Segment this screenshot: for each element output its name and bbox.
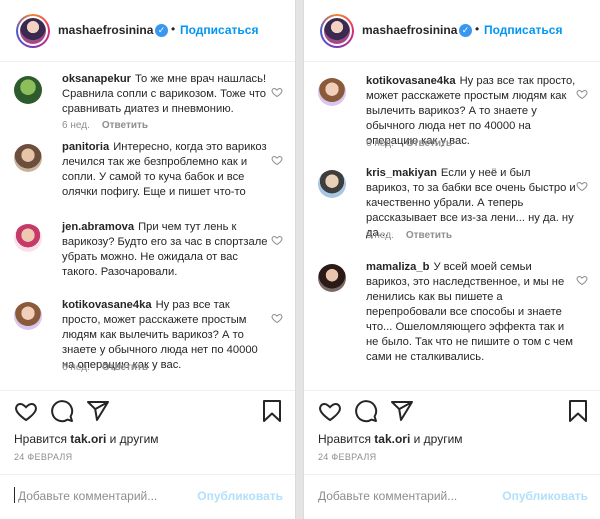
add-comment-bar: Добавьте комментарий... Опубликовать xyxy=(304,474,600,519)
comment-username[interactable]: panitoria xyxy=(62,141,109,153)
like-comment-heart-icon[interactable] xyxy=(271,154,283,166)
add-comment-bar: Добавьте комментарий... Опубликовать xyxy=(0,474,295,519)
commenter-avatar[interactable] xyxy=(318,170,346,198)
separator-dot: • xyxy=(475,22,480,36)
author-avatar[interactable] xyxy=(320,14,354,48)
comment-time: 6 нед. xyxy=(62,362,90,373)
comment-time: 6 нед. xyxy=(62,120,90,131)
post-actions xyxy=(304,390,600,424)
comment-icon[interactable] xyxy=(354,399,378,423)
verified-icon: ✓ xyxy=(155,24,168,37)
like-comment-heart-icon[interactable] xyxy=(271,234,283,246)
likes-user-link[interactable]: tak.ori xyxy=(374,432,410,446)
comment-username[interactable]: kotikovasane4ka xyxy=(62,299,152,311)
commenter-avatar[interactable] xyxy=(318,264,346,292)
reply-button[interactable]: Ответить xyxy=(406,138,452,149)
follow-button[interactable]: Подписаться xyxy=(484,23,562,37)
heart-icon[interactable] xyxy=(318,399,342,423)
comment-username[interactable]: jen.abramova xyxy=(62,221,134,233)
comment-username[interactable]: oksanapekur xyxy=(62,73,131,85)
reply-button[interactable]: Ответить xyxy=(102,120,148,131)
likes-user-link[interactable]: tak.ori xyxy=(70,432,106,446)
post-panel-right: mashaefrosinina ✓ • Подписаться kotikova… xyxy=(303,0,600,519)
post-date: 24 ФЕВРАЛЯ xyxy=(14,452,73,462)
bookmark-icon[interactable] xyxy=(260,399,284,423)
post-actions xyxy=(0,390,295,424)
comment-username[interactable]: kris_makiyan xyxy=(366,167,437,179)
reply-button[interactable]: Ответить xyxy=(102,362,148,373)
commenter-avatar[interactable] xyxy=(14,302,42,330)
comment-time: 6 нед. xyxy=(366,138,394,149)
add-comment-input[interactable]: Добавьте комментарий... xyxy=(318,489,457,503)
commenter-avatar[interactable] xyxy=(318,78,346,106)
comment-username[interactable]: mamaliza_b xyxy=(366,261,429,273)
comment-text: У всей моей семьи варикоз, это наследств… xyxy=(366,261,573,363)
like-comment-heart-icon[interactable] xyxy=(271,312,283,324)
add-comment-input[interactable]: Добавьте комментарий... xyxy=(18,489,157,503)
follow-button[interactable]: Подписаться xyxy=(180,23,258,37)
post-header: mashaefrosinina ✓ • Подписаться xyxy=(304,0,600,62)
share-icon[interactable] xyxy=(390,399,414,423)
comments-list: kotikovasane4ka Ну раз все так просто, мо… xyxy=(304,62,600,380)
reply-button[interactable]: Ответить xyxy=(406,230,452,241)
heart-icon[interactable] xyxy=(14,399,38,423)
verified-icon: ✓ xyxy=(459,24,472,37)
like-comment-heart-icon[interactable] xyxy=(271,86,283,98)
like-comment-heart-icon[interactable] xyxy=(576,180,588,192)
post-header: mashaefrosinina ✓ • Подписаться xyxy=(0,0,295,62)
post-panel-left: mashaefrosinina ✓ • Подписаться oksanape… xyxy=(0,0,296,519)
author-username[interactable]: mashaefrosinina xyxy=(362,23,457,37)
author-avatar[interactable] xyxy=(16,14,50,48)
commenter-avatar[interactable] xyxy=(14,76,42,104)
commenter-avatar[interactable] xyxy=(14,144,42,172)
like-comment-heart-icon[interactable] xyxy=(576,274,588,286)
separator-dot: • xyxy=(171,22,176,36)
comment-icon[interactable] xyxy=(50,399,74,423)
commenter-avatar[interactable] xyxy=(14,224,42,252)
publish-button[interactable]: Опубликовать xyxy=(502,489,588,503)
publish-button[interactable]: Опубликовать xyxy=(197,489,283,503)
post-date: 24 ФЕВРАЛЯ xyxy=(318,452,377,462)
bookmark-icon[interactable] xyxy=(566,399,590,423)
text-caret xyxy=(14,487,15,503)
likes-summary: Нравится tak.ori и другим xyxy=(14,432,159,446)
comment-time: 6 нед. xyxy=(366,230,394,241)
likes-summary: Нравится tak.ori и другим xyxy=(318,432,463,446)
comment-username[interactable]: kotikovasane4ka xyxy=(366,75,456,87)
like-comment-heart-icon[interactable] xyxy=(576,88,588,100)
comments-list: oksanapekur То же мне врач нашлась! Сравн… xyxy=(0,62,295,380)
author-username[interactable]: mashaefrosinina xyxy=(58,23,153,37)
share-icon[interactable] xyxy=(86,399,110,423)
